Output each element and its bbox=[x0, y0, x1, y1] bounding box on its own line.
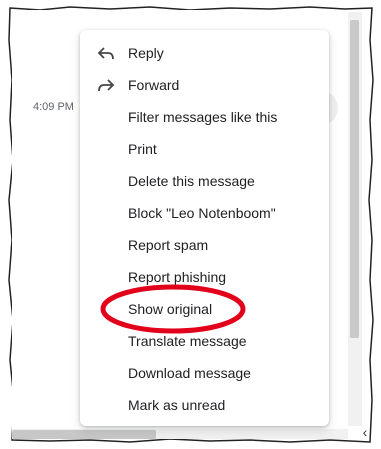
highlight-ellipse bbox=[100, 284, 246, 334]
menu-item-label: Mark as unread bbox=[128, 397, 226, 413]
menu-item-filter-messages[interactable]: Filter messages like this bbox=[80, 102, 329, 134]
menu-item-label: Report spam bbox=[128, 237, 209, 253]
scroll-left-icon[interactable]: ‹ bbox=[356, 424, 374, 440]
menu-item-download[interactable]: Download message bbox=[80, 358, 329, 390]
menu-item-block-sender[interactable]: Block "Leo Notenboom" bbox=[80, 198, 329, 230]
menu-item-report-spam[interactable]: Report spam bbox=[80, 230, 329, 262]
menu-item-label: Delete this message bbox=[128, 173, 255, 189]
forward-icon bbox=[96, 76, 116, 96]
menu-item-label: Download message bbox=[128, 365, 251, 381]
menu-item-label: Print bbox=[128, 141, 157, 157]
horizontal-scrollbar-thumb[interactable] bbox=[12, 430, 156, 439]
menu-item-delete[interactable]: Delete this message bbox=[80, 166, 329, 198]
reply-icon bbox=[96, 44, 116, 64]
menu-item-label: Translate message bbox=[128, 333, 247, 349]
message-time: 4:09 PM bbox=[33, 101, 74, 113]
message-context-menu: Reply Forward Filter messages like this … bbox=[80, 30, 329, 426]
menu-item-label: Filter messages like this bbox=[128, 109, 278, 125]
vertical-scrollbar-thumb[interactable] bbox=[350, 20, 359, 338]
menu-item-print[interactable]: Print bbox=[80, 134, 329, 166]
menu-item-forward[interactable]: Forward bbox=[80, 70, 329, 102]
menu-item-reply[interactable]: Reply bbox=[80, 38, 329, 70]
menu-item-label: Block "Leo Notenboom" bbox=[128, 205, 276, 221]
menu-item-mark-unread[interactable]: Mark as unread bbox=[80, 390, 329, 422]
menu-item-label: Reply bbox=[128, 45, 164, 61]
menu-item-label: Forward bbox=[128, 77, 180, 93]
